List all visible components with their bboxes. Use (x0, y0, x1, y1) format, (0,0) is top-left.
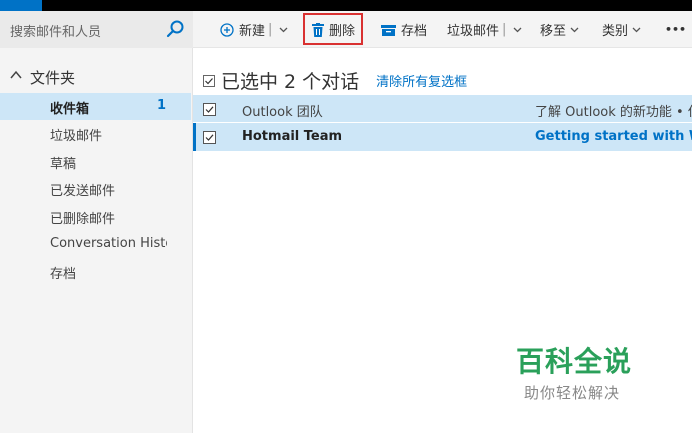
watermark-title: 百科全说 (516, 345, 633, 378)
message-checkbox[interactable] (203, 103, 216, 116)
message-sender: Hotmail Team (242, 129, 343, 144)
chevron-down-icon (632, 27, 641, 33)
more-button[interactable]: ••• (665, 11, 686, 48)
sidebar-item-label: 收件箱 (50, 102, 90, 117)
sidebar-item-label: Conversation History (50, 236, 167, 251)
junk-button-label: 垃圾邮件 (447, 24, 500, 39)
search-icon[interactable] (165, 19, 185, 39)
archive-button[interactable]: 存档 (381, 11, 427, 48)
sidebar-item-conversation-history[interactable]: Conversation History (0, 231, 191, 258)
junk-button[interactable]: 垃圾邮件 | (447, 11, 527, 48)
message-row[interactable]: Outlook 团队 了解 Outlook 的新功能 • 但 (193, 95, 692, 123)
watermark-subtitle: 助你轻松解决 (524, 384, 621, 402)
separator: | (268, 22, 273, 37)
chevron-down-icon[interactable] (279, 25, 288, 34)
sidebar-item-junk[interactable]: 垃圾邮件 (0, 120, 191, 147)
selection-title: 已选中 2 个对话 (221, 71, 360, 93)
folders-header-label: 文件夹 (30, 69, 76, 87)
sidebar-item-label: 草稿 (50, 157, 77, 172)
sidebar-item-sent[interactable]: 已发送邮件 (0, 175, 191, 202)
select-all-checkbox[interactable] (203, 74, 215, 87)
sidebar: 搜索邮件和人员 文件夹 收件箱 1 垃圾邮件 草稿 已发送邮件 已删除邮件 Co… (0, 11, 193, 433)
unread-count-badge: 1 (157, 98, 167, 113)
archive-icon (381, 24, 396, 36)
move-to-button-label: 移至 (540, 24, 567, 39)
plus-circle-icon (220, 22, 234, 37)
app-launcher-accent[interactable] (0, 0, 42, 11)
chevron-down-icon (570, 27, 579, 33)
new-button[interactable]: 新建 | (220, 11, 293, 48)
sidebar-item-drafts[interactable]: 草稿 (0, 148, 191, 175)
sidebar-item-label: 垃圾邮件 (50, 129, 103, 144)
message-sender: Outlook 团队 (242, 105, 323, 120)
delete-button-label: 删除 (329, 24, 356, 39)
archive-button-label: 存档 (401, 24, 428, 39)
clear-selection-link[interactable]: 清除所有复选框 (376, 71, 467, 90)
sidebar-item-deleted[interactable]: 已删除邮件 (0, 203, 191, 230)
sidebar-item-archive[interactable]: 存档 (0, 258, 191, 285)
chevron-up-icon[interactable] (9, 68, 23, 82)
sidebar-item-label: 已发送邮件 (50, 184, 116, 199)
sidebar-item-inbox[interactable]: 收件箱 1 (0, 93, 191, 120)
separator: | (502, 22, 507, 37)
category-button-label: 类别 (602, 24, 629, 39)
more-icon: ••• (665, 23, 687, 36)
sidebar-item-label: 已删除邮件 (50, 212, 116, 227)
command-toolbar: 新建 | 删除 存档 垃圾邮件 | 移至 类别 ••• (193, 11, 692, 48)
trash-icon (312, 22, 324, 37)
message-row[interactable]: Hotmail Team Getting started with Win (193, 123, 692, 151)
selection-header: 已选中 2 个对话 清除所有复选框 (203, 67, 467, 94)
chevron-down-icon[interactable] (513, 25, 522, 34)
new-button-label: 新建 (239, 24, 266, 39)
search-input[interactable]: 搜索邮件和人员 (10, 21, 101, 40)
top-bar (0, 0, 692, 11)
sidebar-item-label: 存档 (50, 267, 77, 282)
message-subject: Getting started with Win (535, 129, 692, 144)
category-button[interactable]: 类别 (602, 11, 646, 48)
message-checkbox[interactable] (203, 131, 216, 144)
delete-button[interactable]: 删除 (312, 11, 355, 48)
watermark-logo: 百科全说 助你轻松解决 (516, 340, 646, 405)
move-to-button[interactable]: 移至 (540, 11, 584, 48)
folders-header[interactable]: 文件夹 (0, 66, 193, 88)
message-subject: 了解 Outlook 的新功能 • 但 (535, 105, 692, 120)
search-box[interactable]: 搜索邮件和人员 (0, 11, 193, 48)
